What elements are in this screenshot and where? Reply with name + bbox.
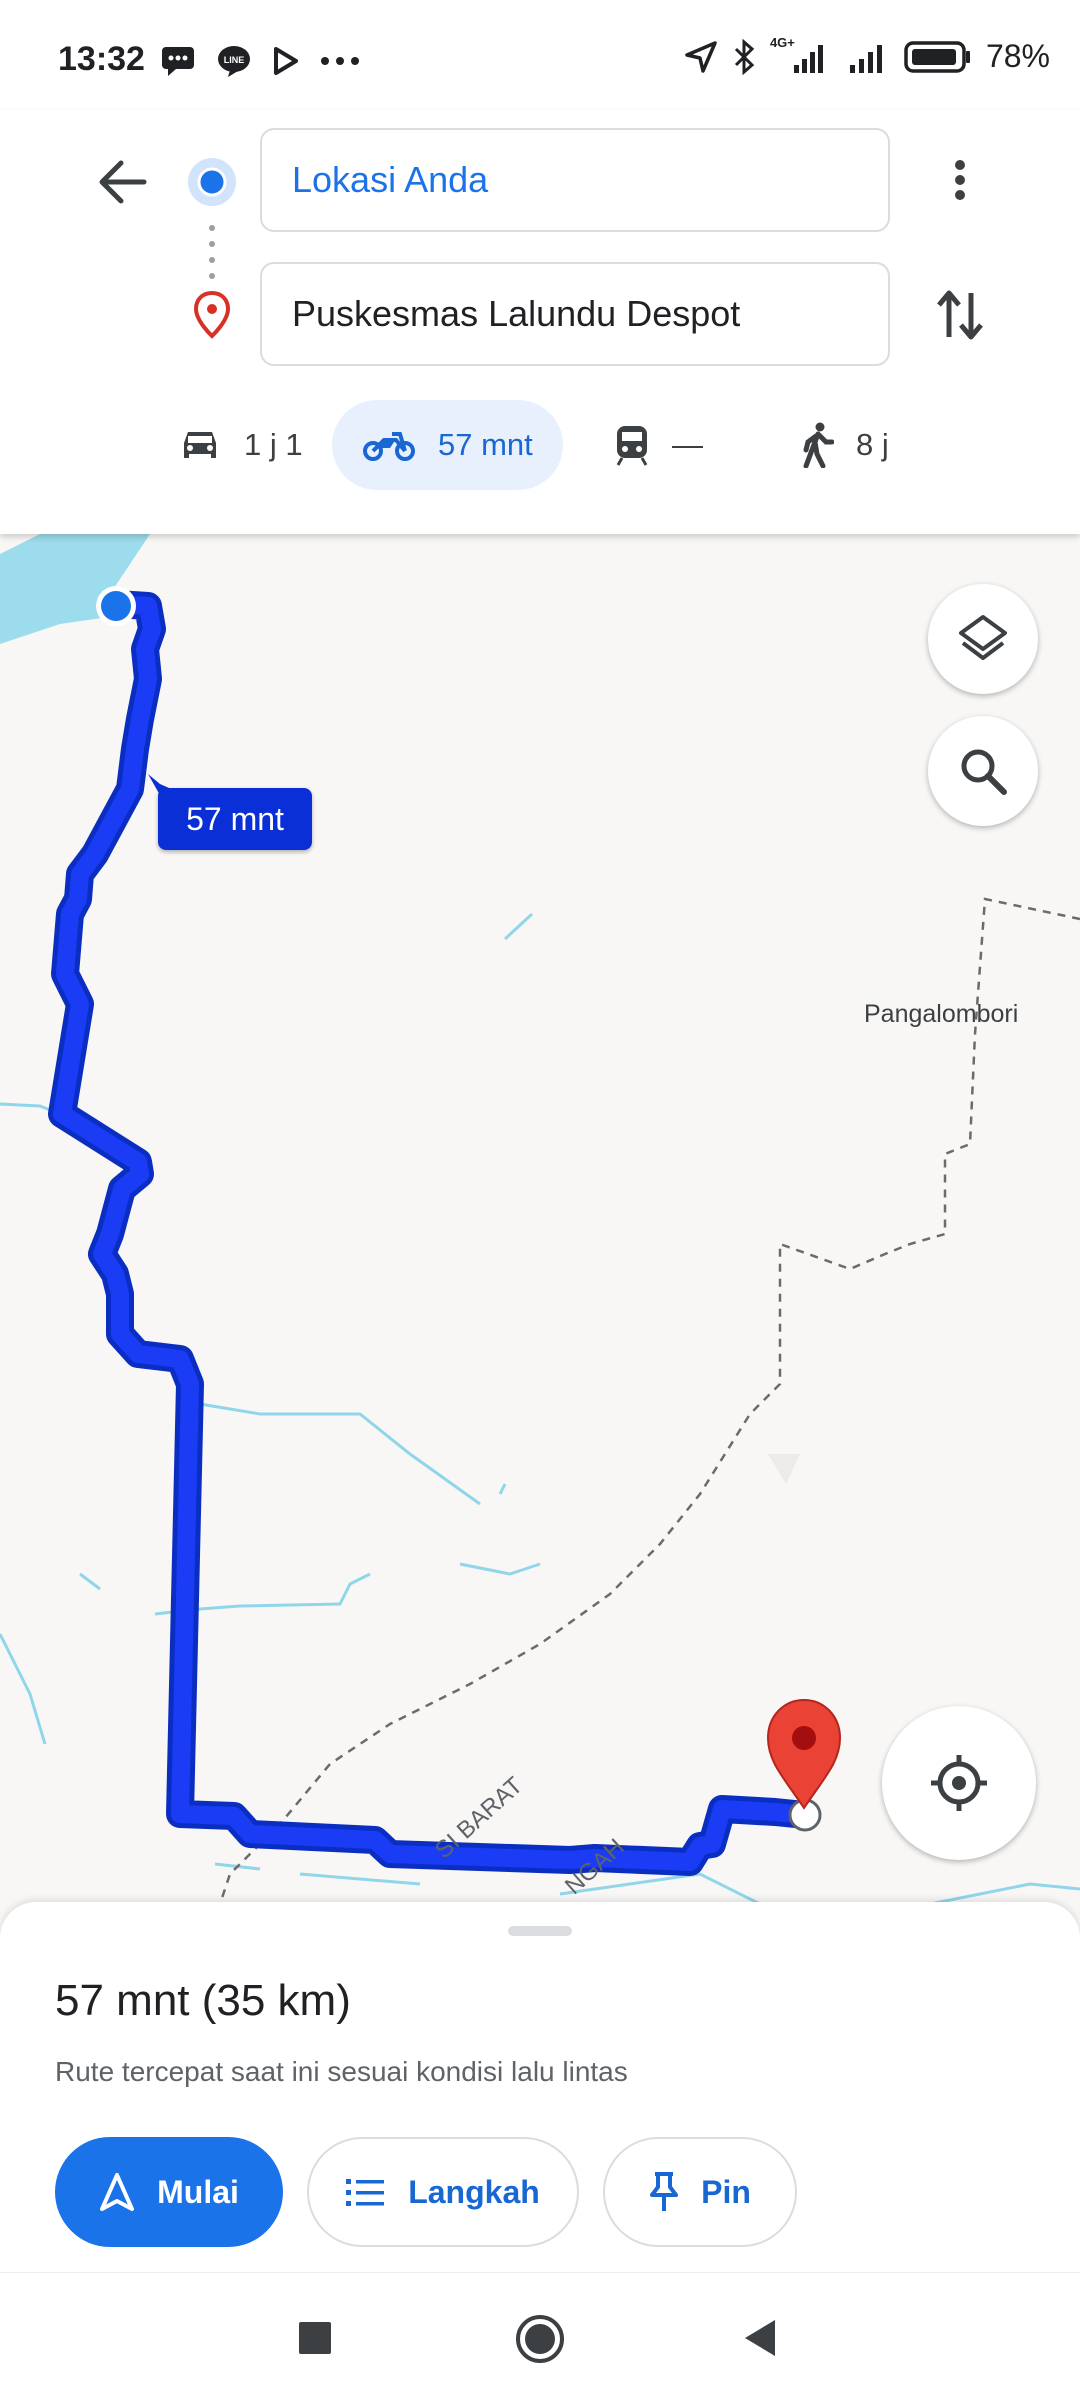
location-arrow-icon: [685, 40, 717, 73]
search-button[interactable]: [928, 716, 1038, 826]
swap-arrows-icon: [937, 290, 983, 340]
steps-button-label: Langkah: [408, 2173, 540, 2210]
river: [498, 1483, 507, 1495]
start-button[interactable]: Mulai: [55, 2137, 283, 2247]
destination-pin-icon: [193, 290, 231, 339]
home-button[interactable]: [510, 2309, 570, 2369]
status-time: 13:32: [58, 40, 145, 78]
mode-motorcycle-label: 57 mnt: [438, 427, 533, 462]
train-icon: [616, 426, 648, 466]
terrain-marker: [768, 1454, 800, 1484]
back-arrow-icon: [99, 160, 147, 204]
map-view[interactable]: 57 mnt Pangalombori SI BARAT NGAH: [0, 534, 1080, 1904]
route-note: Rute tercepat saat ini sesuai kondisi la…: [55, 2056, 628, 2087]
destination-pin-marker: [766, 1698, 842, 1810]
layers-icon: [959, 615, 1007, 660]
drag-handle[interactable]: [508, 1926, 572, 1936]
square-icon: [299, 2322, 331, 2354]
bluetooth-icon: [734, 38, 755, 75]
svg-text:LINE: LINE: [224, 55, 245, 65]
system-icons: 4G+ 78%: [684, 35, 1050, 75]
river: [503, 912, 534, 941]
place-label-pangalombori[interactable]: Pangalombori: [864, 1000, 1018, 1029]
car-icon: [184, 432, 216, 458]
message-icon: [162, 47, 194, 76]
start-button-label: Mulai: [157, 2173, 239, 2210]
more-options-button[interactable]: [930, 150, 990, 210]
kebab-menu-icon: [955, 160, 965, 200]
notification-icons: LINE: [160, 44, 360, 78]
recent-apps-button[interactable]: [290, 2313, 340, 2363]
destination-input[interactable]: Puskesmas Lalundu Despot: [260, 262, 890, 366]
status-bar: 13:32 LINE 4G+ 78%: [0, 0, 1080, 110]
battery-icon: [904, 40, 970, 73]
back-nav-button[interactable]: [735, 2313, 785, 2363]
walk-icon: [803, 422, 834, 468]
mode-transit[interactable]: —: [614, 400, 703, 490]
origin-input[interactable]: Lokasi Anda: [260, 128, 890, 232]
steps-button[interactable]: Langkah: [307, 2137, 579, 2247]
travel-mode-tabs: 1 j 1 57 mnt — 8 j: [0, 400, 1080, 490]
route-summary: 57 mnt (35 km): [55, 1976, 351, 2025]
mode-car-label: 1 j 1: [244, 427, 303, 462]
pushpin-icon: [650, 2172, 679, 2211]
home-circle-icon: [516, 2315, 564, 2363]
battery-percent: 78%: [985, 38, 1050, 74]
system-nav-bar: [0, 2272, 1080, 2401]
pin-button[interactable]: Pin: [603, 2137, 797, 2247]
pin-button-label: Pin: [701, 2173, 751, 2210]
layers-button[interactable]: [928, 584, 1038, 694]
route-connector-dots: [209, 225, 215, 279]
line-app-icon: LINE: [218, 46, 250, 77]
water-body: [0, 534, 150, 644]
back-button[interactable]: [90, 150, 154, 214]
mode-motorcycle[interactable]: 57 mnt: [332, 400, 563, 490]
back-triangle-icon: [745, 2320, 775, 2356]
mode-walk-label: 8 j: [856, 427, 889, 462]
river: [79, 1572, 101, 1591]
mode-car[interactable]: 1 j 1: [178, 400, 303, 490]
motorcycle-icon: [363, 432, 415, 461]
origin-marker: [101, 591, 131, 621]
more-notifications-icon: [321, 57, 359, 65]
route-time-label: 57 mnt: [186, 800, 284, 837]
crosshair-icon: [931, 1755, 987, 1811]
map-canvas: [0, 534, 1080, 1904]
signal-icon: [849, 44, 882, 73]
river: [459, 1562, 541, 1576]
mode-walk[interactable]: 8 j: [800, 400, 889, 490]
directions-panel: Lokasi Anda Puskesmas Lalundu Despot 1 j…: [0, 110, 1080, 534]
origin-dot-icon: [188, 158, 236, 206]
river: [0, 1633, 47, 1745]
search-icon: [961, 749, 1007, 795]
navigation-arrow-icon: [100, 2173, 135, 2211]
mode-transit-label: —: [672, 427, 703, 462]
route-summary-sheet: 57 mnt (35 km) Rute tercepat saat ini se…: [0, 1902, 1080, 2272]
river: [199, 1402, 481, 1506]
list-icon: [346, 2179, 385, 2206]
signal-4g-icon: 4G+: [770, 35, 834, 75]
play-store-icon: [274, 47, 298, 75]
destination-input-text: Puskesmas Lalundu Despot: [292, 293, 741, 334]
origin-input-text: Lokasi Anda: [292, 159, 489, 200]
destination-pin-center: [792, 1726, 816, 1750]
swap-button[interactable]: [925, 280, 995, 350]
route-time-callout[interactable]: 57 mnt: [158, 788, 312, 850]
my-location-button[interactable]: [882, 1706, 1036, 1860]
